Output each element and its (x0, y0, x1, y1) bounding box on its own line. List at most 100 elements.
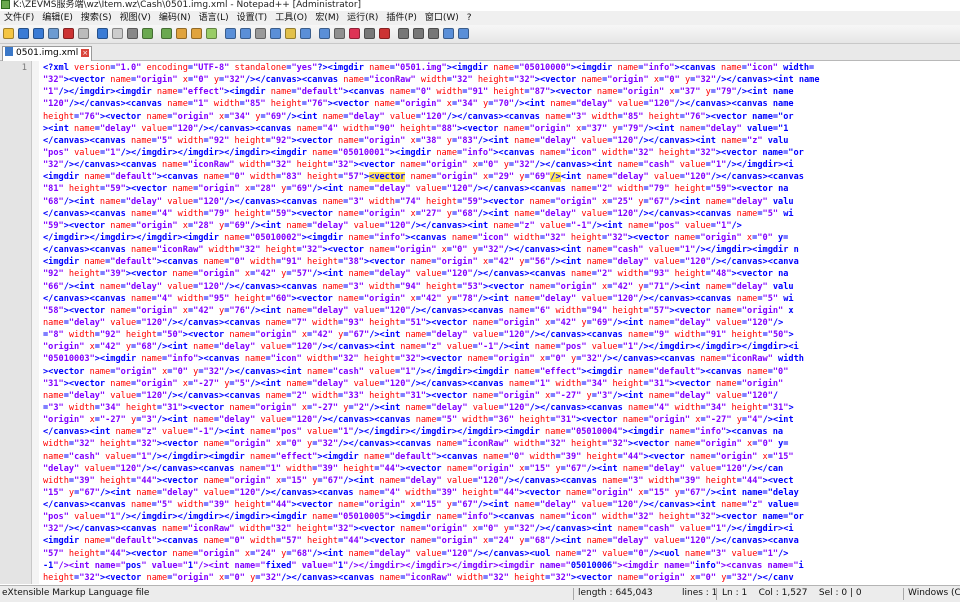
status-length: length : 645,043 (578, 588, 653, 598)
code-line[interactable]: "pos" value="1"/></imgdir></imgdir></img… (43, 147, 960, 159)
toolbar-button-16-icon[interactable] (255, 28, 266, 39)
code-line[interactable]: -1"/><int name="pos" value="1"/><int nam… (43, 560, 960, 572)
toolbar-button-27-icon[interactable] (428, 28, 439, 39)
status-divider (903, 588, 904, 600)
menu-item-6[interactable]: 设置(T) (233, 11, 272, 25)
code-line[interactable]: </canvas><int name="z" value="-1"/><int … (43, 426, 960, 438)
code-line[interactable]: "92" height="39"><vector name="origin" x… (43, 268, 960, 280)
toolbar-button-25-icon[interactable] (398, 28, 409, 39)
code-line[interactable]: "58"><vector name="origin" x="42" y="76"… (43, 305, 960, 317)
toolbar-button-11-icon[interactable] (176, 28, 187, 39)
close-icon[interactable]: × (81, 49, 90, 57)
toolbar-button-26-icon[interactable] (413, 28, 424, 39)
code-line[interactable]: height="76"><vector name="origin" x="34"… (43, 111, 960, 123)
code-lines[interactable]: <?xml version="1.0" encoding="UTF-8" sta… (43, 62, 960, 584)
code-line[interactable]: "66"/><int name="delay" value="120"/></c… (43, 281, 960, 293)
code-line[interactable]: "120"/></canvas><canvas name="1" width="… (43, 98, 960, 110)
code-line[interactable]: "81" height="59"><vector name="origin" x… (43, 183, 960, 195)
toolbar-button-9-icon[interactable] (142, 28, 153, 39)
tab-0501-img-xml[interactable]: 0501.img.xml × (2, 46, 93, 61)
code-line[interactable]: "59"><vector name="origin" x="28" y="69"… (43, 220, 960, 232)
code-line[interactable]: "1"/></imgdir><imgdir name="effect"><img… (43, 86, 960, 98)
code-line[interactable]: "origin" x="-27" y="3"/><int name="delay… (43, 414, 960, 426)
toolbar-button-2-icon[interactable] (33, 28, 44, 39)
code-line[interactable]: "31"><vector name="origin" x="-27" y="5"… (43, 378, 960, 390)
code-line[interactable]: name="delay" value="120"/></canvas><canv… (43, 390, 960, 402)
toolbar-button-22-icon[interactable] (349, 28, 360, 39)
toolbar-button-1-icon[interactable] (18, 28, 29, 39)
code-line[interactable]: </canvas><canvas name="4" width="95" hei… (43, 293, 960, 305)
toolbar-button-19-icon[interactable] (300, 28, 311, 39)
code-line[interactable]: <imgdir name="default"><canvas name="0" … (43, 171, 960, 183)
status-filetype: eXtensible Markup Language file (2, 588, 150, 598)
line-number-gutter: 1 (0, 61, 32, 584)
code-line[interactable]: "32"/></canvas><canvas name="iconRaw" wi… (43, 159, 960, 171)
code-line[interactable]: <?xml version="1.0" encoding="UTF-8" sta… (43, 62, 960, 74)
code-line[interactable]: width="39" height="44"><vector name="ori… (43, 475, 960, 487)
menu-item-4[interactable]: 编码(N) (155, 11, 195, 25)
menu-item-7[interactable]: 工具(O) (271, 11, 311, 25)
code-line[interactable]: "origin" x="42" y="68"/><int name="delay… (43, 341, 960, 353)
code-line[interactable]: </canvas><canvas name="4" width="79" hei… (43, 208, 960, 220)
code-line[interactable]: name="delay" value="120"/></canvas><canv… (43, 317, 960, 329)
toolbar-button-7-icon[interactable] (112, 28, 123, 39)
code-line[interactable]: height="32"><vector name="origin" x="0" … (43, 572, 960, 584)
code-line[interactable]: ="8" width="92" height="50"><vector name… (43, 329, 960, 341)
menu-item-11[interactable]: 窗口(W) (421, 11, 463, 25)
code-line[interactable]: </canvas><canvas name="5" width="92" hei… (43, 135, 960, 147)
code-line[interactable]: name="cash" value="1"/></imgdir><imgdir … (43, 451, 960, 463)
toolbar-button-15-icon[interactable] (240, 28, 251, 39)
toolbar-button-14-icon[interactable] (225, 28, 236, 39)
toolbar-button-5-icon[interactable] (78, 28, 89, 39)
menu-item-8[interactable]: 宏(M) (311, 11, 343, 25)
toolbar-button-28-icon[interactable] (443, 28, 454, 39)
editor[interactable]: 1 <?xml version="1.0" encoding="UTF-8" s… (0, 61, 960, 584)
menu-item-0[interactable]: 文件(F) (0, 11, 38, 25)
code-line[interactable]: ><int name="delay" value="120"/></canvas… (43, 123, 960, 135)
status-eol: Windows (CR (908, 588, 960, 598)
menu-item-10[interactable]: 插件(P) (382, 11, 420, 25)
code-line[interactable]: </canvas><canvas name="iconRaw" width="3… (43, 244, 960, 256)
toolbar-button-13-icon[interactable] (206, 28, 217, 39)
toolbar-button-6-icon[interactable] (97, 28, 108, 39)
toolbar-button-12-icon[interactable] (191, 28, 202, 39)
toolbar-button-20-icon[interactable] (319, 28, 330, 39)
fold-margin (32, 61, 39, 584)
toolbar-button-0-icon[interactable] (3, 28, 14, 39)
code-line[interactable]: "32"><vector name="origin" x="0" y="32"/… (43, 74, 960, 86)
code-line[interactable]: "15" y="67"/><int name="delay" value="12… (43, 487, 960, 499)
code-line[interactable]: "pos" value="1"/></imgdir></imgdir></img… (43, 511, 960, 523)
toolbar-button-18-icon[interactable] (285, 28, 296, 39)
toolbar-button-8-icon[interactable] (127, 28, 138, 39)
code-line[interactable]: </imgdir></imgdir></imgdir><imgdir name=… (43, 232, 960, 244)
code-line[interactable]: "57" height="44"><vector name="origin" x… (43, 548, 960, 560)
menu-item-5[interactable]: 语言(L) (195, 11, 233, 25)
toolbar-button-10-icon[interactable] (161, 28, 172, 39)
toolbar-button-21-icon[interactable] (334, 28, 345, 39)
code-line[interactable]: "32"/></canvas><canvas name="iconRaw" wi… (43, 523, 960, 535)
code-line[interactable]: "delay" value="120"/></canvas><canvas na… (43, 463, 960, 475)
status-position: Ln : 1 Col : 1,527 Sel : 0 | 0 (722, 588, 862, 598)
code-line[interactable]: </canvas><canvas name="5" width="39" hei… (43, 499, 960, 511)
toolbar-button-3-icon[interactable] (48, 28, 59, 39)
menu-item-9[interactable]: 运行(R) (343, 11, 382, 25)
tab-label: 0501.img.xml (16, 48, 79, 58)
menu-item-2[interactable]: 搜索(S) (77, 11, 116, 25)
toolbar-button-23-icon[interactable] (364, 28, 375, 39)
code-line[interactable]: <imgdir name="default"><canvas name="0" … (43, 256, 960, 268)
code-line[interactable]: "68"/><int name="delay" value="120"/></c… (43, 196, 960, 208)
menu-item-3[interactable]: 视图(V) (116, 11, 155, 25)
status-lines: lines : 1 (682, 588, 718, 598)
toolbar-button-4-icon[interactable] (63, 28, 74, 39)
code-line[interactable]: width="32" height="32"><vector name="ori… (43, 438, 960, 450)
code-line[interactable]: ><vector name="origin" x="0" y="32"/></c… (43, 366, 960, 378)
status-divider (716, 588, 717, 600)
code-line[interactable]: <imgdir name="default"><canvas name="0" … (43, 535, 960, 547)
menu-item-1[interactable]: 编辑(E) (38, 11, 77, 25)
toolbar-button-24-icon[interactable] (379, 28, 390, 39)
code-line[interactable]: ="3" width="34" height="31"><vector name… (43, 402, 960, 414)
toolbar-button-17-icon[interactable] (270, 28, 281, 39)
code-line[interactable]: "05010003"><imgdir name="info"><canvas n… (43, 353, 960, 365)
menu-item-12[interactable]: ? (463, 11, 476, 25)
toolbar-button-29-icon[interactable] (458, 28, 469, 39)
